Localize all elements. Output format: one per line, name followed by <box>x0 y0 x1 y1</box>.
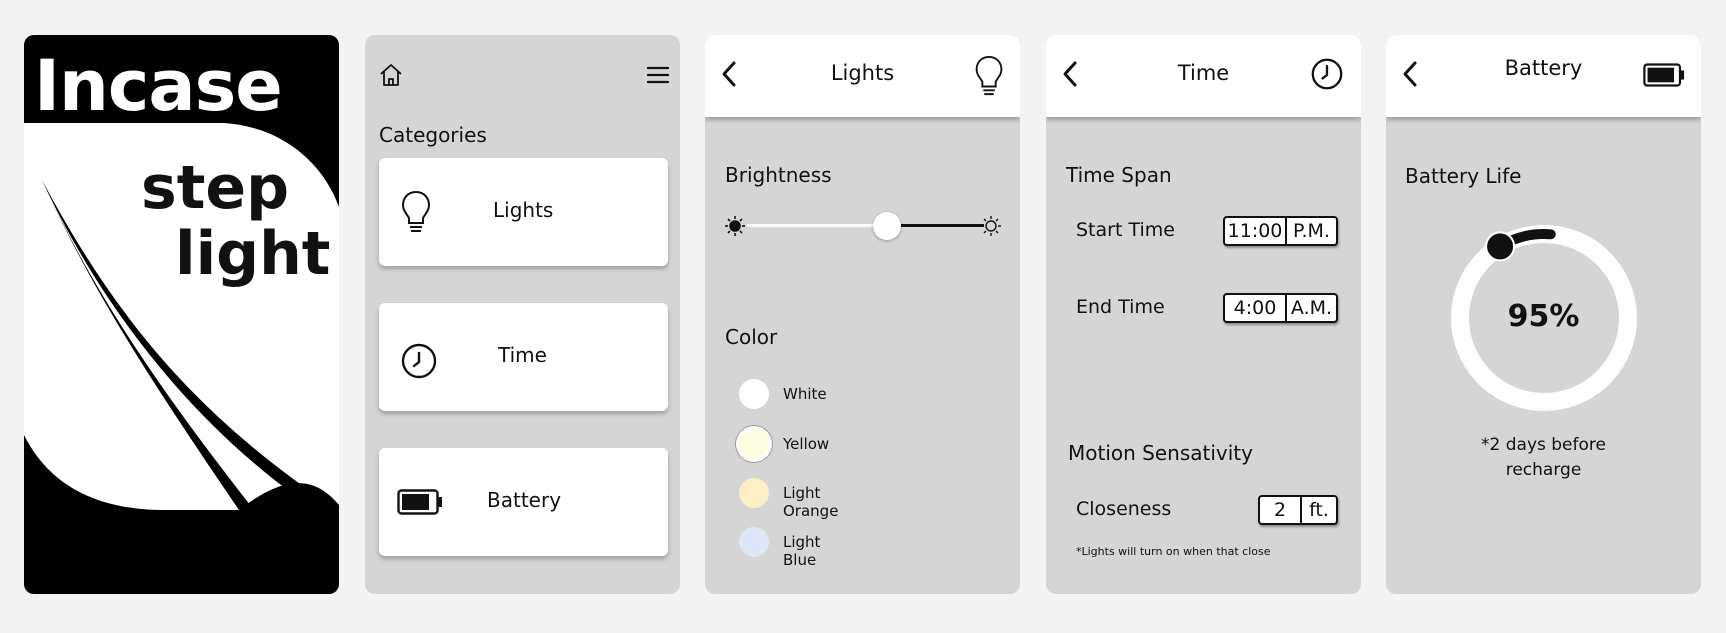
category-card-lights[interactable]: Lights <box>379 158 668 266</box>
closeness-note: *Lights will turn on when that close <box>1076 545 1271 558</box>
motion-sensitivity-title: Motion Sensativity <box>1068 441 1253 465</box>
end-time-label: End Time <box>1076 296 1165 318</box>
category-label-time: Time <box>498 343 547 367</box>
start-time-field[interactable]: 11:00 P.M. <box>1223 216 1338 246</box>
start-time-period[interactable]: P.M. <box>1285 218 1336 244</box>
closeness-value[interactable]: 2 <box>1260 497 1300 523</box>
recharge-note-line1: *2 days before <box>1481 435 1606 455</box>
brightness-low-icon <box>725 216 745 240</box>
brightness-slider-thumb[interactable] <box>872 212 901 240</box>
color-label: Light Orange <box>783 484 839 520</box>
lights-screen: Lights Brightness Color White Yellow Lig… <box>705 35 1020 594</box>
recharge-note-line2: recharge <box>1505 460 1582 480</box>
color-swatch <box>739 379 769 409</box>
category-card-battery[interactable]: Battery <box>379 448 668 556</box>
lights-header: Lights <box>705 35 1020 117</box>
categories-title: Categories <box>379 123 487 147</box>
tagline-step: step <box>141 153 290 223</box>
closeness-unit: ft. <box>1300 497 1336 523</box>
brand-logo: Incase <box>34 45 283 127</box>
battery-icon <box>1643 63 1685 91</box>
end-time-value[interactable]: 4:00 <box>1225 295 1285 321</box>
battery-percent: 95% <box>1507 299 1580 334</box>
battery-header: Battery <box>1386 35 1701 117</box>
battery-gauge-knob <box>1485 231 1516 262</box>
battery-icon <box>397 489 443 519</box>
end-time-field[interactable]: 4:00 A.M. <box>1223 293 1338 323</box>
time-span-title: Time Span <box>1066 163 1172 187</box>
splash-screen: Incase step light <box>24 35 339 594</box>
brightness-track[interactable] <box>886 224 984 227</box>
start-time-label: Start Time <box>1076 219 1175 241</box>
page-title: Lights <box>830 61 895 85</box>
start-time-value[interactable]: 11:00 <box>1225 218 1285 244</box>
battery-life-title: Battery Life <box>1405 164 1522 188</box>
category-label-battery: Battery <box>487 488 562 512</box>
end-time-period[interactable]: A.M. <box>1285 295 1336 321</box>
clock-icon <box>1311 58 1343 94</box>
battery-screen: Battery Battery Life 95% *2 days before … <box>1386 35 1701 594</box>
lightbulb-icon <box>974 55 1004 101</box>
color-label: White <box>783 385 827 403</box>
brightness-high-icon <box>981 216 1001 240</box>
color-swatch <box>739 478 769 508</box>
brightness-title: Brightness <box>725 163 832 187</box>
category-label-lights: Lights <box>493 198 554 222</box>
closeness-label: Closeness <box>1076 498 1172 520</box>
brightness-track-filled <box>747 224 887 227</box>
color-swatch <box>739 527 769 557</box>
color-label: Light Blue <box>783 533 821 569</box>
category-card-time[interactable]: Time <box>379 303 668 411</box>
color-swatch <box>739 429 769 459</box>
tagline-light: light <box>175 219 331 289</box>
menu-icon[interactable] <box>646 65 670 89</box>
closeness-field[interactable]: 2 ft. <box>1258 495 1338 525</box>
time-header: Time <box>1046 35 1361 117</box>
home-screen: Categories Lights Time Battery <box>365 35 680 594</box>
color-label: Yellow <box>783 435 830 453</box>
lightbulb-icon <box>401 190 431 238</box>
time-screen: Time Time Span Start Time 11:00 P.M. End… <box>1046 35 1361 594</box>
recharge-note: *2 days before recharge <box>1386 433 1701 483</box>
color-title: Color <box>725 325 778 349</box>
clock-icon <box>401 343 437 383</box>
home-icon[interactable] <box>377 61 405 93</box>
